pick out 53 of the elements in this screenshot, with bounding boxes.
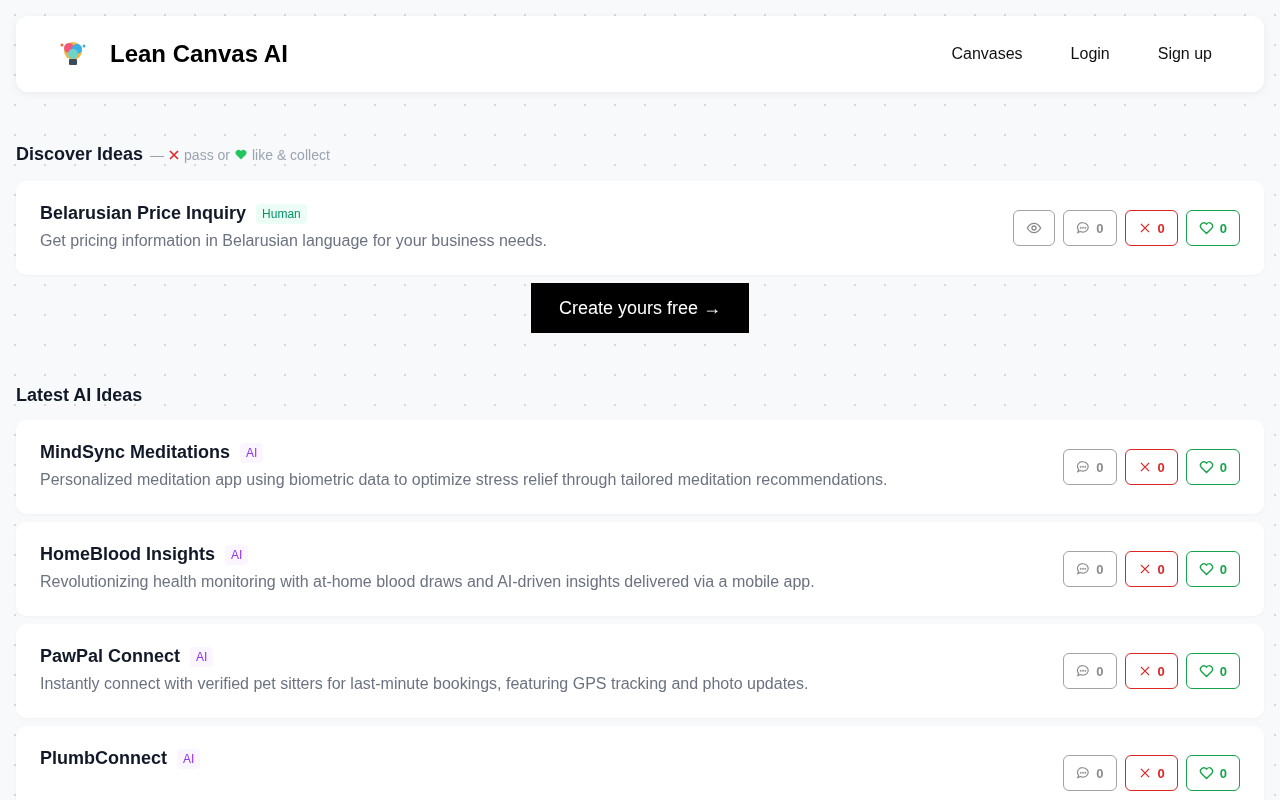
pass-button[interactable]: 0	[1124, 551, 1178, 587]
source-tag: Human	[256, 203, 307, 224]
heart-icon	[1198, 220, 1214, 236]
heart-icon	[1198, 765, 1214, 781]
pass-button[interactable]: 0	[1124, 755, 1178, 791]
heart-icon	[235, 149, 247, 160]
speech-bubble-icon	[1076, 562, 1091, 576]
like-button[interactable]: 0	[1185, 653, 1240, 689]
like-button[interactable]: 0	[1185, 449, 1240, 485]
idea-description: Get pricing information in Belarusian language for your business needs.	[40, 232, 547, 250]
pass-button[interactable]: 0	[1124, 653, 1178, 689]
idea-description: Instantly connect with verified pet sitters for last-minute bookings, featuring GPS tracking and photo updates.	[40, 675, 809, 693]
hint-text: pass or	[184, 146, 230, 163]
idea-title: Belarusian Price Inquiry	[40, 203, 247, 224]
speech-bubble-icon	[1076, 460, 1091, 474]
idea-title: MindSync Meditations	[40, 442, 230, 463]
idea-title: PawPal Connect	[40, 646, 181, 667]
pass-button[interactable]: 0	[1124, 449, 1178, 485]
source-tag: AI	[177, 748, 201, 769]
heart-icon	[1198, 663, 1214, 679]
section-title: Discover Ideas	[16, 144, 144, 165]
hint-text: like & collect	[252, 146, 330, 163]
close-icon	[169, 149, 180, 160]
heart-icon	[1198, 459, 1214, 475]
speech-bubble-icon	[1076, 766, 1091, 780]
hint-dash: —	[150, 146, 165, 163]
comment-button[interactable]: 0	[1063, 653, 1117, 689]
like-button[interactable]: 0	[1185, 755, 1240, 791]
idea-description: Personalized meditation app using biometric data to optimize stress relief through tailored meditation recommendations.	[40, 471, 888, 489]
create-button[interactable]: Create yours free →	[530, 283, 750, 333]
heart-icon	[1198, 561, 1214, 577]
idea-description: Revolutionizing health monitoring with at-home blood draws and AI-driven insights delivered via a mobile app.	[40, 573, 815, 591]
source-tag: AI	[190, 646, 214, 667]
speech-bubble-icon	[1076, 221, 1091, 235]
comment-button[interactable]: 0	[1063, 551, 1117, 587]
comment-button[interactable]: 0	[1063, 449, 1117, 485]
speech-bubble-icon	[1076, 664, 1091, 678]
pass-button[interactable]: 0	[1124, 210, 1178, 246]
view-button[interactable]	[1013, 210, 1056, 246]
comment-button[interactable]: 0	[1063, 210, 1117, 246]
comment-button[interactable]: 0	[1063, 755, 1117, 791]
nav-link[interactable]: Canvases	[927, 37, 1047, 71]
like-button[interactable]: 0	[1185, 210, 1240, 246]
like-button[interactable]: 0	[1185, 551, 1240, 587]
idea-title: HomeBlood Insights	[40, 544, 215, 565]
nav-link[interactable]: Sign up	[1133, 37, 1236, 71]
idea-title: PlumbConnect	[40, 748, 167, 769]
source-tag: AI	[240, 442, 264, 463]
eye-icon	[1026, 220, 1043, 236]
nav-link[interactable]: Login	[1046, 37, 1134, 71]
brand-name: Lean Canvas AI	[110, 40, 288, 68]
section-title: Latest AI Ideas	[16, 385, 143, 406]
source-tag: AI	[225, 544, 249, 565]
